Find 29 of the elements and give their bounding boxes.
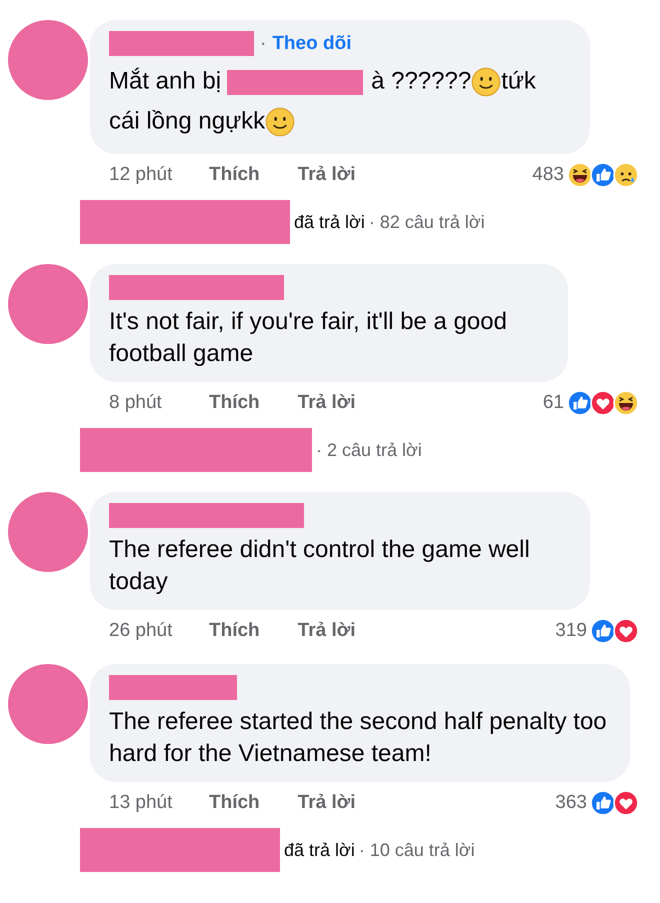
separator-dot: · [260, 32, 266, 54]
timestamp: 13 phút [109, 792, 174, 814]
like-button[interactable]: Thích [209, 392, 260, 414]
reaction-count: 319 [555, 620, 587, 642]
smiley-icon [471, 67, 502, 97]
reply-button[interactable]: Trả lời [298, 792, 356, 814]
timestamp: 8 phút [109, 392, 163, 414]
follow-link[interactable]: Theo dõi [272, 32, 352, 54]
timestamp: 12 phút [109, 164, 174, 186]
timestamp: 26 phút [109, 620, 174, 642]
replied-text: đã trả lời [294, 212, 365, 232]
replies-link[interactable]: · 82 câu trả lời [368, 212, 485, 232]
reply-button[interactable]: Trả lời [298, 164, 356, 186]
reaction-count: 483 [532, 164, 564, 186]
reply-button[interactable]: Trả lời [298, 392, 356, 414]
like-button[interactable]: Thích [209, 792, 260, 814]
comment-text: The referee started the second half penalty too hard for the Vietnamese team! [109, 707, 607, 769]
reply-button[interactable]: Trả lời [298, 620, 356, 642]
reaction-count: 363 [555, 792, 587, 814]
comment-text: It's not fair, if you're fair, it'll be a good football game [109, 307, 508, 369]
replies-link[interactable]: · 2 câu trả lời [316, 440, 422, 460]
reaction-count: 61 [542, 392, 564, 414]
comment-text: Mắt anh bị à ?????? tứk cái lồng ngựkk [109, 62, 569, 142]
replies-link[interactable]: · 10 câu trả lời [358, 840, 475, 860]
like-button[interactable]: Thích [209, 164, 260, 186]
replied-text: đã trả lời [284, 840, 355, 860]
smiley-icon [265, 107, 296, 137]
comment-text: The referee didn't control the game well today [109, 535, 531, 597]
like-button[interactable]: Thích [209, 620, 260, 642]
